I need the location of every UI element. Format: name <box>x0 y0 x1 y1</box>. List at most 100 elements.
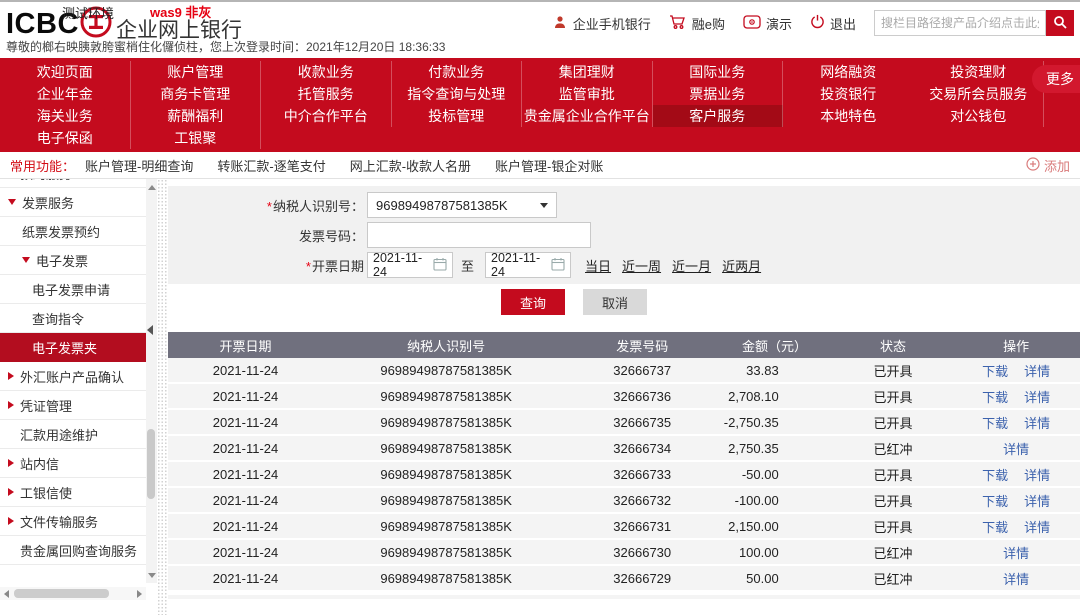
e-mall-link[interactable]: 融e购 <box>669 14 725 33</box>
date-range-link[interactable]: 当日 <box>585 256 611 275</box>
download-link[interactable]: 下载 <box>982 361 1008 380</box>
cell-date: 2021-11-24 <box>168 571 323 586</box>
detail-link[interactable]: 详情 <box>1024 361 1050 380</box>
nav-item[interactable]: 网络融资 <box>783 61 914 83</box>
nav-item[interactable]: 对公钱包 <box>914 105 1045 127</box>
nav-item[interactable]: 投标管理 <box>392 105 523 127</box>
detail-link[interactable]: 详情 <box>1024 465 1050 484</box>
nav-item[interactable]: 本地特色 <box>783 105 914 127</box>
sidebar-item[interactable]: 预约服务 <box>0 179 146 188</box>
detail-link[interactable]: 详情 <box>1024 517 1050 536</box>
nav-item[interactable]: 中介合作平台 <box>261 105 392 127</box>
detail-link[interactable]: 详情 <box>1024 491 1050 510</box>
nav-item[interactable]: 托管服务 <box>261 83 392 105</box>
add-quick-function-button[interactable]: 添加 <box>1026 156 1070 175</box>
nav-item[interactable]: 交易所会员服务 <box>914 83 1045 105</box>
taxpayer-id-select[interactable]: 96989498787581385K <box>367 192 557 218</box>
quick-function-link[interactable]: 账户管理-银企对账 <box>495 156 603 175</box>
cancel-button[interactable]: 取消 <box>583 289 647 315</box>
detail-link[interactable]: 详情 <box>1003 569 1029 588</box>
cell-taxid: 96989498787581385K <box>323 363 569 378</box>
detail-link[interactable]: 详情 <box>1024 413 1050 432</box>
date-range-link[interactable]: 近一月 <box>672 256 711 275</box>
nav-item[interactable]: 集团理财 <box>522 61 653 83</box>
nav-item[interactable]: 薪酬福利 <box>131 105 262 127</box>
table-body: 2021-11-24 96989498787581385K 32666737 3… <box>168 358 1080 592</box>
sidebar-collapse-arrow-icon[interactable] <box>147 325 153 335</box>
sidebar-item[interactable]: 纸票发票预约 <box>0 217 146 246</box>
detail-link[interactable]: 详情 <box>1003 439 1029 458</box>
date-from-input[interactable]: 2021-11-24 <box>367 252 453 278</box>
nav-item[interactable]: 企业年金 <box>0 83 131 105</box>
query-button[interactable]: 查询 <box>501 289 565 315</box>
cell-amount: 50.00 <box>715 571 834 586</box>
date-range-link[interactable]: 近两月 <box>722 256 761 275</box>
search-button[interactable] <box>1046 10 1074 36</box>
cell-status: 已开具 <box>834 361 953 380</box>
sidebar-item[interactable]: 汇款用途维护 <box>0 420 146 449</box>
nav-item[interactable]: 海关业务 <box>0 105 131 127</box>
download-link[interactable]: 下载 <box>982 387 1008 406</box>
nav-item[interactable]: 国际业务 <box>653 61 784 83</box>
sidebar-item[interactable]: 文件传输服务 <box>0 507 146 536</box>
sidebar-horizontal-scrollbar[interactable] <box>0 587 146 600</box>
sidebar-item[interactable]: 贵金属回购查询服务 <box>0 536 146 565</box>
nav-item[interactable]: 商务卡管理 <box>131 83 262 105</box>
detail-link[interactable]: 详情 <box>1024 387 1050 406</box>
nav-item[interactable]: 票据业务 <box>653 83 784 105</box>
nav-item[interactable]: 欢迎页面 <box>0 61 131 83</box>
download-link[interactable]: 下载 <box>982 413 1008 432</box>
scroll-left-arrow-icon[interactable] <box>4 590 9 598</box>
sidebar-item[interactable]: 站内信 <box>0 449 146 478</box>
sidebar-resize-strip[interactable] <box>157 179 168 615</box>
nav-item[interactable]: 收款业务 <box>261 61 392 83</box>
sidebar-item[interactable]: 电子发票 <box>0 246 146 275</box>
nav-item[interactable]: 账户管理 <box>131 61 262 83</box>
nav-item[interactable]: 投资银行 <box>783 83 914 105</box>
quick-function-link[interactable]: 账户管理-明细查询 <box>85 156 193 175</box>
scroll-down-arrow-icon[interactable] <box>146 569 157 581</box>
quickbar-links: 账户管理-明细查询 转账汇款-逐笔支付 网上汇款-收款人名册 账户管理-银企对账 <box>85 156 627 175</box>
sidebar-item[interactable]: 工银信使 <box>0 478 146 507</box>
sidebar-item[interactable]: 外汇账户产品确认 <box>0 362 146 391</box>
calendar-icon[interactable] <box>551 257 565 274</box>
download-link[interactable]: 下载 <box>982 517 1008 536</box>
calendar-icon[interactable] <box>433 257 447 274</box>
logout-link[interactable]: 退出 <box>810 14 856 33</box>
quick-function-link[interactable]: 转账汇款-逐笔支付 <box>217 156 325 175</box>
person-icon <box>552 14 568 33</box>
nav-item[interactable]: 指令查询与处理 <box>392 83 523 105</box>
date-range-link[interactable]: 近一周 <box>622 256 661 275</box>
horizontal-scrollbar-thumb[interactable] <box>14 589 109 598</box>
sidebar-item[interactable]: 查询指令 <box>0 304 146 333</box>
sidebar-item[interactable]: 凭证管理 <box>0 391 146 420</box>
nav-item[interactable]: 投资理财 <box>914 61 1045 83</box>
nav-item[interactable]: 工银聚 <box>131 127 262 149</box>
quick-function-link[interactable]: 网上汇款-收款人名册 <box>350 156 471 175</box>
invoice-number-input[interactable] <box>367 222 591 248</box>
sidebar-item[interactable]: 电子发票夹 <box>0 333 146 362</box>
nav-item[interactable]: 监管审批 <box>522 83 653 105</box>
caret-icon <box>8 372 14 380</box>
detail-link[interactable]: 详情 <box>1003 543 1029 562</box>
search-input[interactable] <box>874 10 1046 36</box>
cell-date: 2021-11-24 <box>168 519 323 534</box>
cart-icon <box>669 14 687 33</box>
sidebar-item[interactable]: 发票服务 <box>0 188 146 217</box>
scroll-right-arrow-icon[interactable] <box>137 590 142 598</box>
sidebar-item[interactable]: 电子发票申请 <box>0 275 146 304</box>
nav-more-button[interactable]: 更多 <box>1032 65 1080 93</box>
cell-actions: 详情 <box>952 439 1080 458</box>
download-link[interactable]: 下载 <box>982 465 1008 484</box>
scroll-up-arrow-icon[interactable] <box>146 181 157 193</box>
demo-link[interactable]: 演示 <box>743 14 792 33</box>
nav-item[interactable]: 贵金属企业合作平台 <box>522 105 653 127</box>
vertical-scrollbar-thumb[interactable] <box>147 429 155 499</box>
mobile-banking-link[interactable]: 企业手机银行 <box>552 14 651 33</box>
sidebar-vertical-scrollbar[interactable] <box>146 179 157 583</box>
nav-item[interactable]: 客户服务 <box>653 105 784 127</box>
date-to-input[interactable]: 2021-11-24 <box>485 252 571 278</box>
download-link[interactable]: 下载 <box>982 491 1008 510</box>
nav-item[interactable]: 电子保函 <box>0 127 131 149</box>
nav-item[interactable]: 付款业务 <box>392 61 523 83</box>
